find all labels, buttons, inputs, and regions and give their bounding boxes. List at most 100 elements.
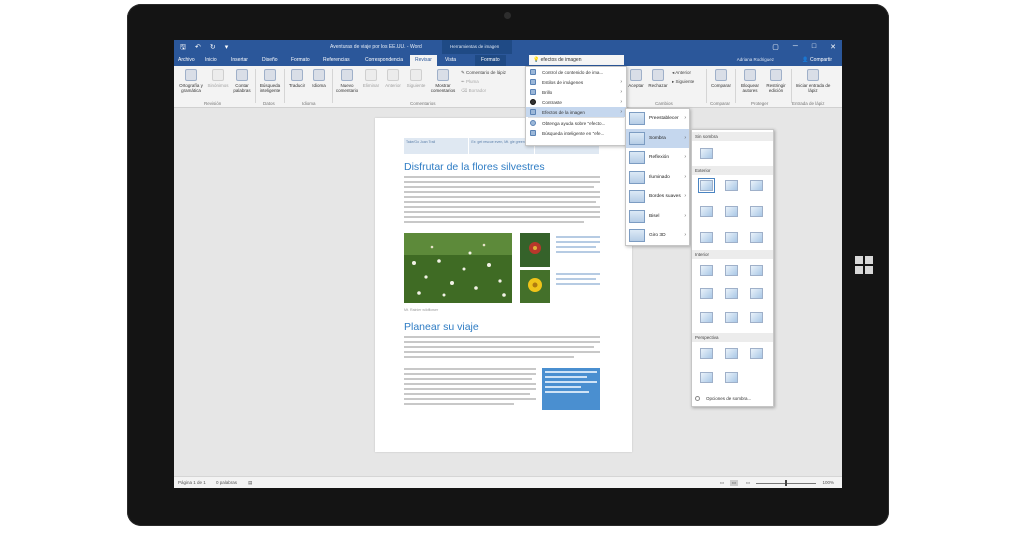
page-count[interactable]: Página 1 de 1	[178, 480, 206, 485]
menu-item-content-control[interactable]: Control de contenido de ima...	[526, 67, 626, 77]
tab-inicio[interactable]: Inicio	[205, 57, 217, 63]
ribbon-display-icon[interactable]: ▢	[772, 43, 779, 51]
word-count[interactable]: 0 palabras	[216, 480, 237, 485]
read-mode-icon[interactable]: ▭	[720, 480, 724, 486]
menu-item-contrast[interactable]: Contraste ›	[526, 97, 626, 107]
eraser-button[interactable]: ⌫ Borrador	[461, 88, 486, 94]
shadow-options-link[interactable]: Opciones de sombra...	[695, 396, 751, 402]
new-comment-button[interactable]: Nuevo comentario	[334, 69, 360, 93]
close-icon[interactable]: ✕	[830, 43, 836, 51]
zoom-slider-thumb[interactable]	[785, 480, 787, 486]
effect-shadow[interactable]: Sombra ›	[626, 128, 689, 148]
language-button[interactable]: Idioma	[308, 69, 330, 88]
shadow-inner-thumb[interactable]	[725, 288, 738, 299]
shadow-perspective-thumb[interactable]	[750, 348, 763, 359]
menu-item-picture-styles[interactable]: Estilos de imágenes ›	[526, 77, 626, 87]
tab-revisar[interactable]: Revisar	[410, 55, 437, 66]
tab-vista[interactable]: Vista	[445, 57, 456, 63]
tab-insertar[interactable]: Insertar	[231, 57, 248, 63]
shadow-inner-thumb[interactable]	[750, 265, 763, 276]
delete-comment-button[interactable]: Eliminar	[360, 69, 382, 88]
callout-line	[545, 371, 597, 373]
red-flower-photo[interactable]	[520, 233, 550, 267]
show-comments-button[interactable]: Mostrar comentarios	[428, 69, 458, 93]
menu-item-get-help[interactable]: Obtenga ayuda sobre "efecto...	[526, 118, 626, 128]
spelling-button[interactable]: Ortografía y gramática	[176, 69, 206, 93]
shadow-perspective-thumb[interactable]	[725, 372, 738, 383]
shadow-none-thumb[interactable]	[700, 148, 713, 159]
shadow-perspective-thumb[interactable]	[725, 348, 738, 359]
save-icon[interactable]: 🖫	[180, 43, 186, 54]
tab-correspondencia[interactable]: Correspondencia	[365, 57, 403, 63]
document-page[interactable]: Take/Go Joan Trail Ex: get rescue even, …	[375, 118, 632, 452]
redo-icon[interactable]: ↻	[210, 43, 216, 54]
pen-button[interactable]: ✒ Pluma	[461, 79, 479, 85]
shadow-inner-thumb[interactable]	[700, 312, 713, 323]
windows-logo-icon[interactable]	[855, 256, 873, 274]
previous-comment-button[interactable]: Anterior	[382, 69, 404, 88]
start-inking-button[interactable]: Iniciar entrada de lápiz	[793, 69, 833, 93]
undo-icon[interactable]: ↶	[195, 43, 201, 54]
previous-change-button[interactable]: ◂ Anterior	[672, 70, 691, 76]
tab-formato[interactable]: Formato	[291, 57, 310, 63]
word-count-button[interactable]: Contar palabras	[230, 69, 254, 93]
effect-soft-edges[interactable]: Bordes suaves ›	[626, 187, 689, 207]
next-change-button[interactable]: ▸ Siguiente	[672, 79, 694, 85]
yellow-flower-photo[interactable]	[520, 270, 550, 303]
menu-item-brightness[interactable]: Brillo ›	[526, 87, 626, 97]
restrict-editing-button[interactable]: Restringir edición	[763, 69, 789, 93]
thesaurus-button[interactable]: Sinónimos	[206, 69, 230, 88]
shadow-outer-thumb[interactable]	[725, 206, 738, 217]
effect-preset[interactable]: Preestablecer ›	[626, 109, 689, 129]
shadow-inner-thumb[interactable]	[725, 312, 738, 323]
tab-diseno[interactable]: Diseño	[262, 57, 278, 63]
tab-archivo[interactable]: Archivo	[178, 57, 195, 63]
shadow-inner-thumb[interactable]	[725, 265, 738, 276]
compare-button[interactable]: Comparar	[709, 69, 733, 88]
heading-wildflowers[interactable]: Disfrutar de la flores silvestres	[404, 161, 545, 173]
menu-item-picture-effects[interactable]: Efectos de la imagen ›	[526, 107, 626, 117]
pen-comment-button[interactable]: ✎ Comentario de lápiz	[461, 70, 506, 76]
pen-comment-label: Comentario de lápiz	[466, 70, 507, 75]
shadow-perspective-thumb[interactable]	[700, 372, 713, 383]
zoom-level[interactable]: 100%	[822, 480, 834, 485]
shadow-outer-thumb[interactable]	[700, 206, 713, 217]
smart-lookup-button[interactable]: Búsqueda inteligente	[257, 69, 283, 93]
heading-plan-trip[interactable]: Planear su viaje	[404, 321, 479, 333]
shadow-inner-thumb[interactable]	[750, 312, 763, 323]
next-comment-button[interactable]: Siguiente	[404, 69, 428, 88]
effect-3d-rotation[interactable]: Giro 3D ›	[626, 226, 689, 246]
shadow-outer-thumb[interactable]	[725, 232, 738, 243]
effect-glow[interactable]: Iluminado ›	[626, 168, 689, 188]
shadow-outer-thumb[interactable]	[750, 206, 763, 217]
tell-me-search[interactable]: 💡 efectos de imagen	[529, 55, 624, 65]
shadow-inner-thumb[interactable]	[700, 265, 713, 276]
translate-button[interactable]: Traducir	[286, 69, 308, 88]
share-button[interactable]: 👤 Compartir	[802, 57, 832, 63]
shadow-inner-thumb[interactable]	[750, 288, 763, 299]
shadow-outer-thumb[interactable]	[725, 180, 738, 191]
tab-formato-imagen[interactable]: Formato	[475, 55, 506, 66]
proofing-icon[interactable]: ▤	[248, 480, 252, 486]
tab-referencias[interactable]: Referencias	[323, 57, 350, 63]
shadow-perspective-thumb[interactable]	[700, 348, 713, 359]
maximize-icon[interactable]: □	[812, 43, 816, 51]
shadow-inner-thumb[interactable]	[700, 288, 713, 299]
effect-bevel[interactable]: Bisel ›	[626, 207, 689, 227]
effect-reflection[interactable]: Reflexión ›	[626, 148, 689, 168]
wildflower-photo[interactable]	[404, 233, 512, 303]
print-layout-icon[interactable]: ▭	[729, 480, 738, 486]
web-layout-icon[interactable]: ▭	[746, 480, 750, 486]
customize-icon[interactable]: ▾	[225, 43, 229, 54]
shadow-outer-thumb[interactable]	[698, 178, 715, 193]
user-name[interactable]: Adriana Rodriguez	[737, 57, 774, 62]
menu-item-smart-lookup[interactable]: Búsqueda inteligente en "efe...	[526, 128, 626, 138]
shadow-outer-thumb[interactable]	[700, 232, 713, 243]
callout-box[interactable]	[542, 368, 600, 410]
shadow-outer-thumb[interactable]	[750, 180, 763, 191]
block-authors-button[interactable]: Bloquear autores	[737, 69, 763, 93]
accept-button[interactable]: Aceptar	[626, 69, 646, 88]
shadow-outer-thumb[interactable]	[750, 232, 763, 243]
reject-button[interactable]: Rechazar	[647, 69, 669, 88]
minimize-icon[interactable]: ─	[793, 43, 798, 51]
